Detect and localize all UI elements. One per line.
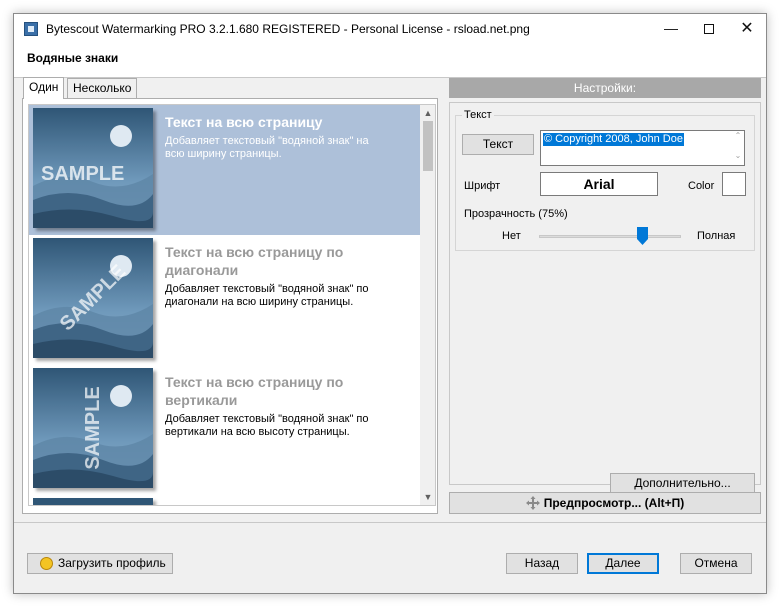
tab-multiple[interactable]: Несколько (67, 78, 138, 98)
cancel-button[interactable]: Отмена (680, 553, 752, 574)
opacity-slider-track[interactable] (539, 235, 681, 238)
scroll-up-icon[interactable]: ▲ (420, 105, 435, 121)
tab-panel: SAMPLE Текст на всю страницу Добавляет т… (22, 98, 438, 514)
item-description: Добавляет текстовый "водяной знак" по ди… (165, 283, 369, 308)
list-scrollbar[interactable]: ▲ ▼ (420, 105, 435, 505)
preview-label: Предпросмотр... (Alt+П) (543, 496, 685, 510)
next-button[interactable]: Далее (587, 553, 659, 574)
text-group: Текст Текст © Copyright 2008, John Doe ⌃… (455, 109, 755, 251)
advanced-button[interactable]: Дополнительно... (610, 473, 755, 494)
thumbnail-image: SAMPLE (33, 368, 153, 488)
text-group-label: Текст (462, 109, 494, 121)
app-window: Bytescout Watermarking PRO 3.2.1.680 REG… (13, 13, 767, 594)
maximize-icon (704, 24, 714, 35)
thumbnail-image: SAMPLE (33, 238, 153, 358)
settings-panel: Текст Текст © Copyright 2008, John Doe ⌃… (449, 102, 761, 494)
opacity-label: Прозрачность (75%) (464, 208, 568, 220)
scroll-down-icon[interactable]: ⌄ (733, 151, 743, 160)
item-title: Текст на всю страницу по вертикали (165, 374, 344, 408)
title-bar[interactable]: Bytescout Watermarking PRO 3.2.1.680 REG… (14, 14, 766, 44)
color-swatch[interactable] (722, 172, 746, 196)
slider-max-label: Полная (697, 230, 736, 242)
font-label: Шрифт (464, 180, 501, 192)
list-item-diagonal[interactable]: SAMPLE Текст на всю страницу по диагонал… (29, 235, 420, 365)
maximize-button[interactable] (690, 14, 728, 44)
opacity-slider-thumb[interactable] (637, 227, 648, 245)
tab-single[interactable]: Один (23, 77, 65, 99)
slider-min-label: Нет (502, 230, 521, 242)
svg-text:SAMPLE: SAMPLE (82, 386, 104, 469)
thumbnail-image (33, 498, 153, 505)
watermark-type-list[interactable]: SAMPLE Текст на всю страницу Добавляет т… (28, 104, 436, 506)
scroll-up-icon[interactable]: ⌃ (733, 131, 743, 140)
item-description: Добавляет текстовый "водяной знак" по ве… (165, 413, 369, 438)
load-profile-button[interactable]: Загрузить профиль (27, 553, 173, 574)
color-label: Color (688, 180, 715, 192)
back-button[interactable]: Назад (506, 553, 578, 574)
thumbnail-image: SAMPLE (33, 108, 153, 228)
scroll-thumb[interactable] (423, 121, 433, 171)
move-icon (525, 495, 540, 510)
close-button[interactable]: ✕ (728, 14, 766, 44)
item-title: Текст на всю страницу по диагонали (165, 244, 344, 278)
scroll-down-icon[interactable]: ▼ (420, 489, 435, 505)
settings-header: Настройки: (449, 78, 761, 98)
watermark-text-value: © Copyright 2008, John Doe (543, 133, 684, 146)
preview-button[interactable]: Предпросмотр... (Alt+П) (449, 492, 761, 514)
minimize-button[interactable]: — (652, 14, 690, 44)
page-header: Водяные знаки (14, 44, 766, 78)
item-title: Текст на всю страницу (165, 114, 323, 130)
item-description: Добавляет текстовый "водяной знак" на вс… (165, 135, 369, 160)
app-icon (24, 22, 38, 36)
svg-text:SAMPLE: SAMPLE (41, 163, 124, 185)
window-title: Bytescout Watermarking PRO 3.2.1.680 REG… (46, 22, 530, 36)
list-item-vertical[interactable]: SAMPLE Текст на всю страницу по вертикал… (29, 365, 420, 495)
coin-icon (40, 557, 53, 570)
load-profile-label: Загрузить профиль (58, 556, 166, 570)
text-button[interactable]: Текст (462, 134, 534, 155)
font-selector[interactable]: Arial (540, 172, 658, 196)
watermark-text-field[interactable]: © Copyright 2008, John Doe ⌃ ⌄ (540, 130, 745, 166)
divider (14, 522, 766, 523)
page-title: Водяные знаки (27, 51, 119, 65)
list-item-fullpage[interactable]: SAMPLE Текст на всю страницу Добавляет т… (29, 105, 420, 235)
list-item-partial[interactable] (29, 495, 420, 505)
